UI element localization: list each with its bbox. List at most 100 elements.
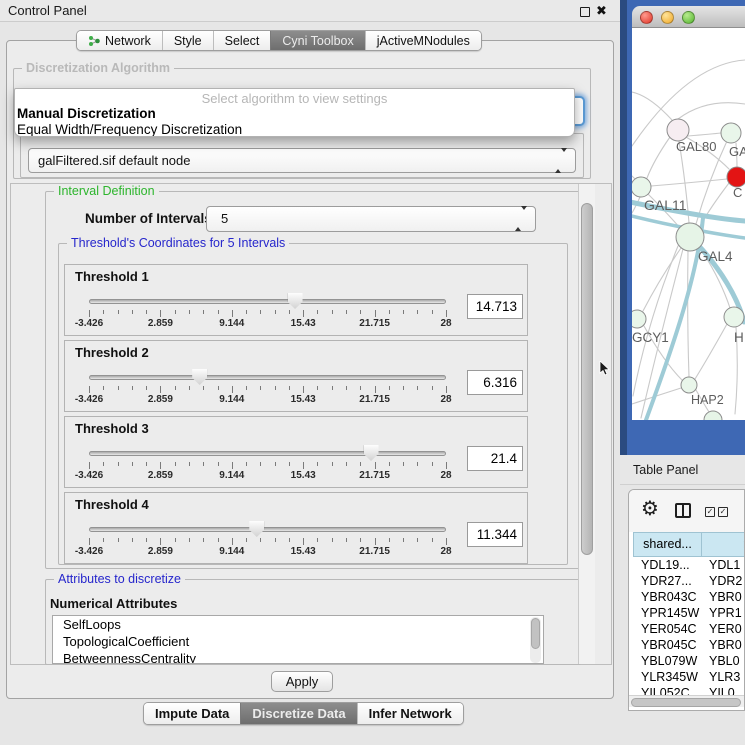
algorithm-option[interactable]: Manual Discretization: [15, 106, 574, 122]
network-edge[interactable]: [688, 251, 689, 377]
table-row[interactable]: YDR27... YDR2: [629, 573, 744, 589]
table-hscrollbar[interactable]: [629, 695, 744, 707]
numerical-attributes-list[interactable]: SelfLoopsTopologicalCoefficientBetweenne…: [52, 615, 544, 664]
tab-style[interactable]: Style: [162, 31, 213, 50]
network-node[interactable]: [681, 377, 697, 393]
table-row[interactable]: YDL19... YDL1: [629, 557, 744, 573]
close-traffic-light-icon[interactable]: [640, 11, 653, 24]
cell-shared-name[interactable]: YER054C: [641, 621, 697, 637]
table-row[interactable]: YBR043C YBR0: [629, 589, 744, 605]
slider-tick-labels: -3.4262.8599.14415.4321.71528: [89, 394, 446, 406]
network-edge[interactable]: [695, 324, 727, 379]
tab-select[interactable]: Select: [213, 31, 271, 50]
threshold-slider[interactable]: -3.4262.8599.14415.4321.71528: [89, 293, 446, 335]
slider-thumb[interactable]: [249, 521, 264, 537]
tab-network[interactable]: Network: [77, 31, 162, 50]
slider-track[interactable]: [89, 527, 446, 532]
algorithm-option[interactable]: Equal Width/Frequency Discretization: [15, 122, 574, 137]
table-row[interactable]: YER054C YER0: [629, 621, 744, 637]
cell-shared-name[interactable]: YLR345W: [641, 669, 698, 685]
cell-shared-name[interactable]: YBR043C: [641, 589, 697, 605]
table-row[interactable]: YBL079W YBL0: [629, 653, 744, 669]
attributes-scrollbar-thumb[interactable]: [531, 618, 540, 649]
node-label: H: [734, 330, 744, 345]
cell-name[interactable]: YER0: [709, 621, 742, 637]
network-window-titlebar[interactable]: [632, 6, 745, 28]
table-row[interactable]: YLR345W YLR3: [629, 669, 744, 685]
threshold-slider[interactable]: -3.4262.8599.14415.4321.71528: [89, 369, 446, 411]
network-edge[interactable]: [632, 92, 672, 120]
number-of-intervals-combobox[interactable]: 5: [206, 206, 536, 232]
threshold-slider[interactable]: -3.4262.8599.14415.4321.71528: [89, 521, 446, 563]
split-columns-icon[interactable]: [675, 503, 691, 518]
attributes-scrollbar[interactable]: [530, 617, 541, 663]
close-icon[interactable]: ✖: [596, 3, 607, 19]
cell-shared-name[interactable]: YBL079W: [641, 653, 697, 669]
slider-ticks: [89, 386, 446, 394]
settings-scrollbar[interactable]: [578, 184, 595, 664]
cell-shared-name[interactable]: YDL19...: [641, 557, 690, 573]
cell-name[interactable]: YBL0: [709, 653, 740, 669]
cell-name[interactable]: YDL1: [709, 557, 740, 573]
column-header-shared-name[interactable]: shared...: [633, 532, 702, 557]
threshold-value-field[interactable]: 11.344: [467, 522, 523, 547]
slider-thumb[interactable]: [364, 445, 379, 461]
cell-name[interactable]: YLR3: [709, 669, 740, 685]
node-label: GCY1: [632, 330, 669, 345]
mouse-cursor: [599, 361, 610, 376]
float-window-icon[interactable]: [580, 7, 590, 17]
cell-shared-name[interactable]: YPR145W: [641, 605, 699, 621]
cell-name[interactable]: YDR2: [709, 573, 742, 589]
threshold-value-field[interactable]: 14.713: [467, 294, 523, 319]
table-row[interactable]: YPR145W YPR1: [629, 605, 744, 621]
threshold-value-field[interactable]: 6.316: [467, 370, 523, 395]
table-data-value: galFiltered.sif default node: [29, 149, 575, 172]
cell-shared-name[interactable]: YBR045C: [641, 637, 697, 653]
network-edge[interactable]: [647, 137, 670, 178]
slider-track[interactable]: [89, 375, 446, 380]
cell-shared-name[interactable]: YDR27...: [641, 573, 692, 589]
attribute-item[interactable]: TopologicalCoefficient: [53, 633, 543, 650]
slider-track[interactable]: [89, 299, 446, 304]
table-data-combobox[interactable]: galFiltered.sif default node: [28, 148, 576, 173]
checkbox-icon[interactable]: ✓: [705, 507, 715, 517]
threshold-slider[interactable]: -3.4262.8599.14415.4321.71528: [89, 445, 446, 487]
table-row[interactable]: YBR045C YBR0: [629, 637, 744, 653]
network-node[interactable]: [632, 310, 646, 328]
network-node[interactable]: [667, 119, 689, 141]
tab-impute-data[interactable]: Impute Data: [144, 703, 240, 724]
slider-thumb[interactable]: [192, 369, 207, 385]
network-node[interactable]: [704, 411, 722, 420]
network-node[interactable]: [724, 307, 744, 327]
attribute-item[interactable]: SelfLoops: [53, 616, 543, 633]
network-node[interactable]: [721, 123, 741, 143]
cell-name[interactable]: YPR1: [709, 605, 742, 621]
network-canvas[interactable]: GAL80GACGAL11GAL4GCY1HHAP2: [632, 28, 745, 420]
network-node[interactable]: [727, 167, 745, 187]
node-label: GAL4: [698, 249, 733, 264]
network-node[interactable]: [632, 177, 651, 197]
tab-jactivemnodules[interactable]: jActiveMNodules: [365, 31, 481, 50]
network-edge[interactable]: [688, 133, 721, 136]
tab-cyni-toolbox[interactable]: Cyni Toolbox: [270, 31, 364, 50]
tab-discretize-data[interactable]: Discretize Data: [240, 703, 356, 724]
attribute-item[interactable]: BetweennessCentrality: [53, 650, 543, 664]
slider-thumb[interactable]: [288, 293, 303, 309]
gear-icon[interactable]: ⚙: [641, 497, 659, 521]
slider-track[interactable]: [89, 451, 446, 456]
network-edge[interactable]: [678, 103, 745, 119]
zoom-traffic-light-icon[interactable]: [682, 11, 695, 24]
checkbox-icon[interactable]: ✓: [718, 507, 728, 517]
table-hscrollbar-thumb[interactable]: [631, 698, 741, 707]
settings-scrollbar-thumb[interactable]: [581, 203, 593, 555]
column-header-name[interactable]: na: [701, 532, 745, 557]
tab-infer-network[interactable]: Infer Network: [357, 703, 463, 724]
threshold-value-field[interactable]: 21.4: [467, 446, 523, 471]
apply-button[interactable]: Apply: [271, 671, 333, 692]
cell-name[interactable]: YBR0: [709, 637, 742, 653]
network-node[interactable]: [676, 223, 704, 251]
minimize-traffic-light-icon[interactable]: [661, 11, 674, 24]
algorithm-options: Manual DiscretizationEqual Width/Frequen…: [15, 106, 574, 137]
cell-name[interactable]: YBR0: [709, 589, 742, 605]
network-edge[interactable]: [651, 179, 727, 186]
